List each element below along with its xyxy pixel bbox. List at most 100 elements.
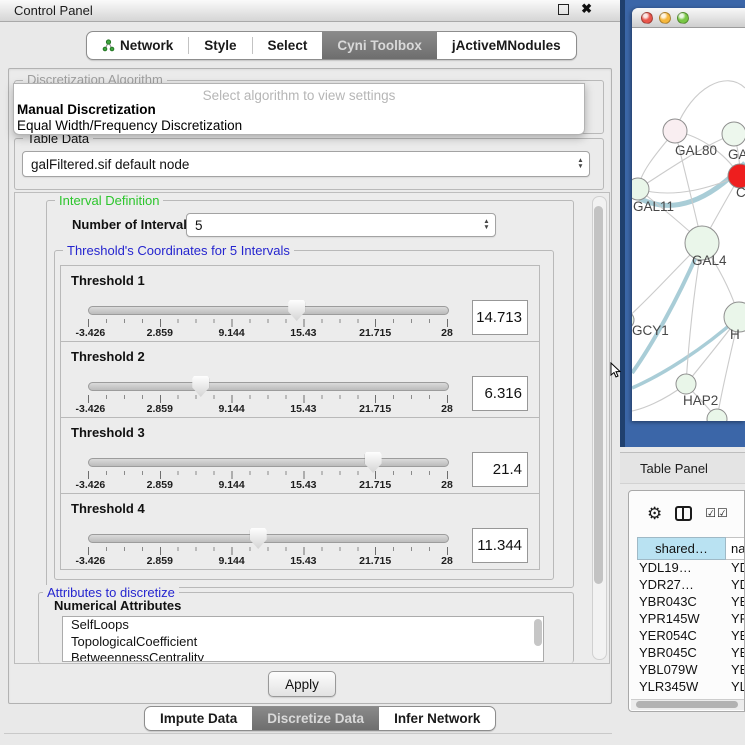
network-canvas[interactable]: GAL80GACGAL11GAL4GCY1HHAP2 — [632, 28, 745, 421]
threshold-value-field[interactable]: 11.344 — [472, 528, 528, 563]
dropdown-option-equal-width[interactable]: Equal Width/Frequency Discretization — [17, 118, 242, 133]
cell-name[interactable]: YPR1 — [731, 611, 745, 626]
control-panel-title: Control Panel — [14, 3, 93, 18]
cell-shared-name[interactable]: YER054C — [637, 628, 731, 643]
checkbox-icons[interactable]: ☑☑ — [705, 506, 729, 520]
attribute-list-item[interactable]: SelfLoops — [63, 617, 543, 634]
slider-scale-label: -3.426 — [75, 403, 105, 415]
slider-ticks-major — [88, 471, 449, 479]
table-row[interactable]: YPR145WYPR1 — [637, 610, 745, 627]
table-data-combobox-value: galFiltered.sif default node — [31, 157, 189, 172]
cell-shared-name[interactable]: YDL19… — [637, 560, 731, 575]
table-row[interactable]: YDR27…YDR2 — [637, 576, 745, 593]
slider-thumb[interactable] — [288, 300, 305, 321]
column-header-name[interactable]: na — [726, 537, 745, 560]
tab-discretize-data[interactable]: Discretize Data — [252, 707, 379, 730]
cell-name[interactable]: YBR0 — [731, 645, 745, 660]
tab-style[interactable]: Style — [189, 32, 251, 59]
cell-shared-name[interactable]: YLR345W — [637, 679, 731, 694]
slider-ticks-major — [88, 319, 449, 327]
cell-name[interactable]: YLR3 — [731, 679, 745, 694]
slider-scale-label: 15.43 — [290, 479, 316, 491]
close-icon[interactable]: ✖ — [581, 3, 592, 15]
table-data-combobox[interactable]: galFiltered.sif default node ▲ ▼ — [22, 151, 590, 177]
tab-impute-data-label: Impute Data — [160, 711, 237, 726]
dropdown-option-manual-discretization[interactable]: Manual Discretization — [17, 102, 156, 117]
tab-cyni-toolbox[interactable]: Cyni Toolbox — [322, 32, 437, 59]
table-row[interactable]: YBR045CYBR0 — [637, 644, 745, 661]
tab-network[interactable]: Network — [87, 32, 188, 59]
slider-scale-label: -3.426 — [75, 479, 105, 491]
threshold-slider[interactable] — [88, 306, 449, 315]
slider-thumb[interactable] — [365, 452, 382, 473]
apply-button[interactable]: Apply — [268, 671, 336, 697]
threshold-value-field[interactable]: 6.316 — [472, 376, 528, 411]
threshold-slider[interactable] — [88, 534, 449, 543]
table-row[interactable]: YBL079WYBL0 — [637, 661, 745, 678]
network-node[interactable] — [722, 122, 745, 146]
table-header-row: shared… na — [637, 537, 745, 560]
threshold-label: Threshold 4 — [71, 501, 145, 516]
slider-scale: -3.4262.8599.14415.4321.71528 — [88, 403, 447, 415]
slider-thumb[interactable] — [250, 528, 267, 549]
tab-impute-data[interactable]: Impute Data — [145, 707, 252, 730]
slider-scale-label: 21.715 — [359, 327, 391, 339]
network-node[interactable] — [632, 178, 649, 200]
slider-scale-label: 9.144 — [218, 555, 244, 567]
split-columns-icon[interactable] — [675, 506, 692, 521]
gear-icon[interactable]: ⚙ — [647, 505, 662, 522]
attribute-list-item[interactable]: TopologicalCoefficient — [63, 634, 543, 651]
threshold-list: Threshold 1 -3.4262.8599.14415.4321.7152… — [60, 266, 540, 570]
settings-vertical-scrollbar[interactable] — [592, 196, 607, 660]
attribute-list-item[interactable]: BetweennessCentrality — [63, 650, 543, 662]
cell-shared-name[interactable]: YBL079W — [637, 662, 731, 677]
column-header-shared[interactable]: shared… — [637, 537, 726, 560]
tab-select[interactable]: Select — [253, 32, 323, 59]
cell-name[interactable]: YBL0 — [731, 662, 745, 677]
combo-stepper-icon[interactable]: ▲ ▼ — [478, 219, 495, 231]
combo-stepper-icon[interactable]: ▲ ▼ — [572, 158, 589, 170]
float-window-icon[interactable] — [558, 4, 569, 15]
network-node-label: GA — [728, 147, 745, 162]
slider-scale: -3.4262.8599.14415.4321.71528 — [88, 479, 447, 491]
control-panel-titlebar: Control Panel ✖ — [0, 0, 620, 22]
slider-scale-label: 2.859 — [147, 327, 173, 339]
threshold-row: Threshold 3 -3.4262.8599.14415.4321.7152… — [60, 417, 540, 494]
threshold-value-field[interactable]: 14.713 — [472, 300, 528, 335]
cell-name[interactable]: YBR0 — [731, 594, 745, 609]
table-horizontal-scrollbar[interactable] — [631, 699, 744, 710]
cell-name[interactable]: YDL1 — [731, 560, 745, 575]
network-node[interactable] — [663, 119, 687, 143]
numerical-attributes-list[interactable]: SelfLoopsTopologicalCoefficientBetweenne… — [62, 616, 544, 662]
close-traffic-light-icon[interactable] — [641, 12, 653, 24]
cell-shared-name[interactable]: YDR27… — [637, 577, 731, 592]
threshold-slider[interactable] — [88, 458, 449, 467]
list-scrollbar-thumb[interactable] — [534, 619, 542, 646]
table-row[interactable]: YBR043CYBR0 — [637, 593, 745, 610]
tab-jactivemnodules[interactable]: jActiveMNodules — [437, 32, 576, 59]
slider-thumb[interactable] — [192, 376, 209, 397]
zoom-traffic-light-icon[interactable] — [677, 12, 689, 24]
cell-shared-name[interactable]: YPR145W — [637, 611, 731, 626]
threshold-value-field[interactable]: 21.4 — [472, 452, 528, 487]
scrollbar-thumb[interactable] — [636, 701, 738, 708]
slider-scale-label: 15.43 — [290, 555, 316, 567]
threshold-slider[interactable] — [88, 382, 449, 391]
slider-scale-label: 9.144 — [218, 403, 244, 415]
table-row[interactable]: YDL19…YDL1 — [637, 559, 745, 576]
slider-scale-label: -3.426 — [75, 555, 105, 567]
tab-infer-network[interactable]: Infer Network — [379, 707, 495, 730]
cell-shared-name[interactable]: YBR045C — [637, 645, 731, 660]
minimize-traffic-light-icon[interactable] — [659, 12, 671, 24]
slider-scale-label: 28 — [441, 403, 453, 415]
table-row[interactable]: YLR345WYLR3 — [637, 678, 745, 695]
number-of-intervals-combobox[interactable]: 5 ▲ ▼ — [186, 213, 496, 237]
table-row[interactable]: YER054CYER0 — [637, 627, 745, 644]
network-node[interactable] — [676, 374, 696, 394]
cell-name[interactable]: YER0 — [731, 628, 745, 643]
threshold-row: Threshold 2 -3.4262.8599.14415.4321.7152… — [60, 341, 540, 418]
network-tab-icon — [102, 39, 115, 52]
cell-shared-name[interactable]: YBR043C — [637, 594, 731, 609]
cell-name[interactable]: YDR2 — [731, 577, 745, 592]
scrollbar-thumb[interactable] — [594, 206, 603, 584]
